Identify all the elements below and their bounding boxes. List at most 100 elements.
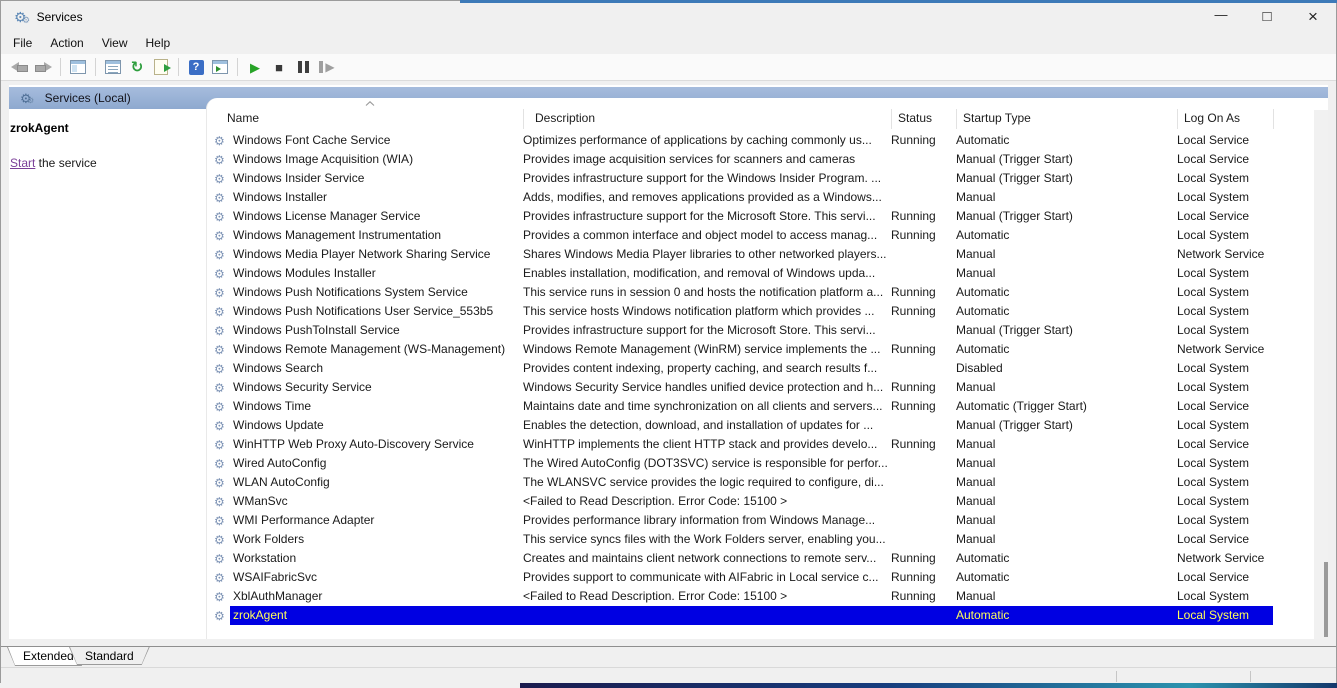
properties-icon[interactable] bbox=[102, 56, 124, 78]
table-row[interactable]: ⚙Windows Push Notifications System Servi… bbox=[208, 283, 1273, 302]
column-divider[interactable] bbox=[1177, 109, 1178, 129]
service-status bbox=[891, 530, 956, 549]
table-row[interactable]: ⚙Windows Push Notifications User Service… bbox=[208, 302, 1273, 321]
table-row[interactable]: ⚙Windows Media Player Network Sharing Se… bbox=[208, 245, 1273, 264]
pause-service-icon[interactable] bbox=[292, 56, 314, 78]
service-gear-icon: ⚙ bbox=[214, 439, 228, 451]
service-gear-icon: ⚙ bbox=[214, 496, 228, 508]
service-log-on-as: Local Service bbox=[1177, 131, 1273, 150]
extended-view-icon[interactable] bbox=[209, 56, 231, 78]
table-row[interactable]: ⚙Workstation Creates and maintains clien… bbox=[208, 549, 1273, 568]
menu-action[interactable]: Action bbox=[41, 34, 92, 52]
tab-standard[interactable]: Standard bbox=[69, 647, 150, 665]
show-hide-console-tree-icon[interactable] bbox=[67, 56, 89, 78]
service-name: zrokAgent bbox=[233, 606, 287, 625]
title-bar[interactable]: ⚙⚙ Services — □ × bbox=[1, 1, 1336, 32]
selected-service-name: zrokAgent bbox=[10, 121, 206, 135]
table-row[interactable]: ⚙Windows Remote Management (WS-Managemen… bbox=[208, 340, 1273, 359]
table-row[interactable]: ⚙zrokAgent Automatic Local System bbox=[208, 606, 1273, 625]
table-row[interactable]: ⚙WMI Performance Adapter Provides perfor… bbox=[208, 511, 1273, 530]
help-icon[interactable]: ? bbox=[185, 56, 207, 78]
column-divider[interactable] bbox=[956, 109, 957, 129]
taskbar-sliver[interactable] bbox=[520, 683, 1337, 688]
table-row[interactable]: ⚙Windows Font Cache Service Optimizes pe… bbox=[208, 131, 1273, 150]
services-window: ⚙⚙ Services — □ × File Action View Help … bbox=[0, 0, 1337, 683]
table-row[interactable]: ⚙Windows Time Maintains date and time sy… bbox=[208, 397, 1273, 416]
table-row[interactable]: ⚙Windows Search Provides content indexin… bbox=[208, 359, 1273, 378]
service-log-on-as: Local System bbox=[1177, 454, 1273, 473]
service-description bbox=[523, 606, 891, 625]
column-header-description[interactable]: Description bbox=[535, 111, 595, 125]
table-row[interactable]: ⚙Windows Insider Service Provides infras… bbox=[208, 169, 1273, 188]
service-startup-type: Automatic bbox=[956, 302, 1177, 321]
service-status: Running bbox=[891, 587, 956, 606]
table-row[interactable]: ⚙Windows PushToInstall Service Provides … bbox=[208, 321, 1273, 340]
service-gear-icon: ⚙ bbox=[214, 382, 228, 394]
service-gear-icon: ⚙ bbox=[214, 325, 228, 337]
forward-icon[interactable] bbox=[32, 56, 54, 78]
table-row[interactable]: ⚙WSAIFabricSvc Provides support to commu… bbox=[208, 568, 1273, 587]
column-header-log-on-as[interactable]: Log On As bbox=[1184, 111, 1240, 125]
column-header-name[interactable]: Name bbox=[227, 111, 259, 125]
column-divider[interactable] bbox=[1273, 109, 1274, 129]
table-row[interactable]: ⚙Windows Update Enables the detection, d… bbox=[208, 416, 1273, 435]
table-row[interactable]: ⚙Work Folders This service syncs files w… bbox=[208, 530, 1273, 549]
service-status bbox=[891, 473, 956, 492]
service-description: Enables installation, modification, and … bbox=[523, 264, 891, 283]
table-row[interactable]: ⚙WManSvc <Failed to Read Description. Er… bbox=[208, 492, 1273, 511]
table-row[interactable]: ⚙XblAuthManager <Failed to Read Descript… bbox=[208, 587, 1273, 606]
stop-service-icon[interactable]: ■ bbox=[268, 56, 290, 78]
column-divider[interactable] bbox=[891, 109, 892, 129]
toolbar-separator bbox=[237, 58, 238, 76]
refresh-icon[interactable]: ↻ bbox=[126, 56, 148, 78]
menu-help[interactable]: Help bbox=[137, 34, 180, 52]
service-status bbox=[891, 150, 956, 169]
table-row[interactable]: ⚙Windows Image Acquisition (WIA) Provide… bbox=[208, 150, 1273, 169]
back-icon[interactable] bbox=[8, 56, 30, 78]
export-list-icon[interactable] bbox=[150, 56, 172, 78]
restart-service-icon[interactable]: ▶ bbox=[316, 56, 338, 78]
column-divider[interactable] bbox=[523, 109, 524, 129]
maximize-button[interactable]: □ bbox=[1244, 1, 1290, 32]
column-header-status[interactable]: Status bbox=[898, 111, 932, 125]
table-row[interactable]: ⚙Windows Management Instrumentation Prov… bbox=[208, 226, 1273, 245]
menu-view[interactable]: View bbox=[93, 34, 137, 52]
table-row[interactable]: ⚙Windows License Manager Service Provide… bbox=[208, 207, 1273, 226]
start-service-icon[interactable]: ▶ bbox=[244, 56, 266, 78]
service-gear-icon: ⚙ bbox=[214, 572, 228, 584]
service-description: Provides image acquisition services for … bbox=[523, 150, 891, 169]
menu-file[interactable]: File bbox=[4, 34, 41, 52]
vertical-scrollbar[interactable] bbox=[1314, 110, 1328, 639]
start-service-link[interactable]: Start bbox=[10, 156, 35, 170]
service-startup-type: Manual bbox=[956, 245, 1177, 264]
close-button[interactable]: × bbox=[1290, 1, 1336, 32]
table-row[interactable]: ⚙Wired AutoConfig The Wired AutoConfig (… bbox=[208, 454, 1273, 473]
sort-ascending-icon bbox=[365, 101, 375, 106]
service-description: Enables the detection, download, and ins… bbox=[523, 416, 891, 435]
service-description: Provides infrastructure support for the … bbox=[523, 321, 891, 340]
table-row[interactable]: ⚙WinHTTP Web Proxy Auto-Discovery Servic… bbox=[208, 435, 1273, 454]
service-startup-type: Automatic (Trigger Start) bbox=[956, 397, 1177, 416]
table-row[interactable]: ⚙Windows Security Service Windows Securi… bbox=[208, 378, 1273, 397]
service-startup-type: Manual bbox=[956, 473, 1177, 492]
service-log-on-as: Local Service bbox=[1177, 568, 1273, 587]
service-startup-type: Manual bbox=[956, 378, 1177, 397]
service-log-on-as: Local System bbox=[1177, 264, 1273, 283]
service-log-on-as: Local System bbox=[1177, 511, 1273, 530]
table-row[interactable]: ⚙Windows Installer Adds, modifies, and r… bbox=[208, 188, 1273, 207]
service-startup-type: Automatic bbox=[956, 131, 1177, 150]
service-status bbox=[891, 245, 956, 264]
service-name: Work Folders bbox=[233, 530, 304, 549]
service-log-on-as: Local System bbox=[1177, 587, 1273, 606]
table-row[interactable]: ⚙WLAN AutoConfig The WLANSVC service pro… bbox=[208, 473, 1273, 492]
service-startup-type: Manual bbox=[956, 454, 1177, 473]
column-header-startup-type[interactable]: Startup Type bbox=[963, 111, 1031, 125]
service-description: Optimizes performance of applications by… bbox=[523, 131, 891, 150]
vertical-scrollbar-thumb[interactable] bbox=[1324, 562, 1328, 637]
minimize-button[interactable]: — bbox=[1198, 1, 1244, 32]
service-description: Provides a common interface and object m… bbox=[523, 226, 891, 245]
service-gear-icon: ⚙ bbox=[214, 420, 228, 432]
toolbar-separator bbox=[60, 58, 61, 76]
table-row[interactable]: ⚙Windows Modules Installer Enables insta… bbox=[208, 264, 1273, 283]
service-name: WManSvc bbox=[233, 492, 288, 511]
